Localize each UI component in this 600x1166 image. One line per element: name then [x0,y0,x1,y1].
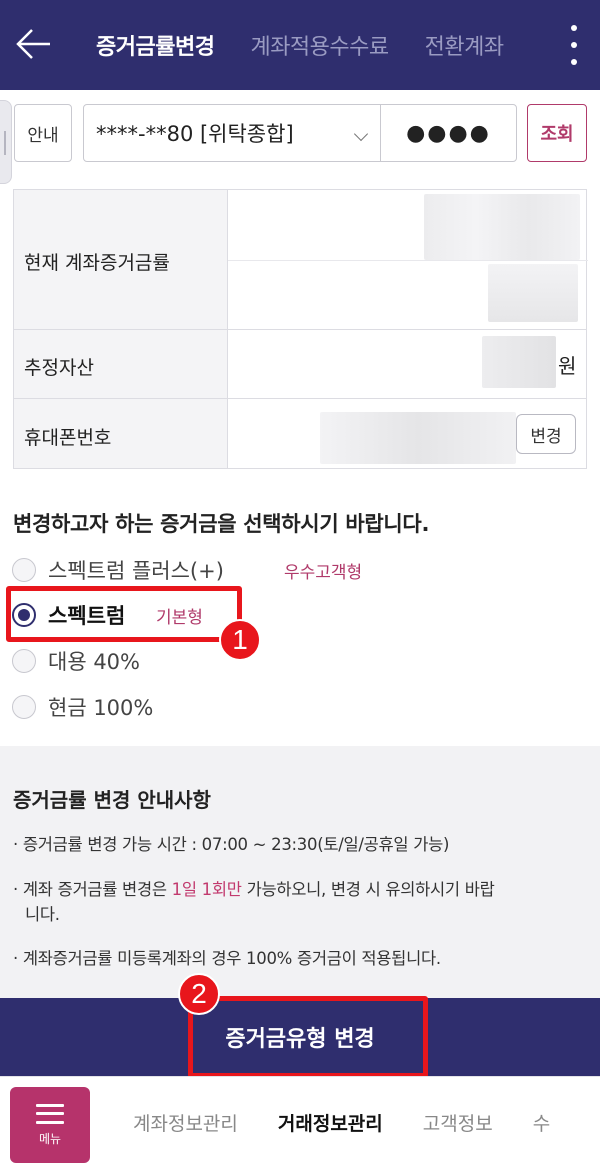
nav-customer-info[interactable]: 고객정보 [423,1109,493,1136]
header-tabs: 증거금률변경 계좌적용수수료 전환계좌 [96,0,540,90]
account-select[interactable]: ****-**80 [위탁종합] [83,104,381,162]
radio-button[interactable] [12,558,36,582]
annotation-marker-1: 1 [219,619,261,661]
notice-item: · 계좌증거금률 미등록계좌의 경우 100% 증거금이 적용됩니다. [13,949,441,968]
masked-value [424,194,580,260]
change-phone-button[interactable]: 변경 [516,414,576,454]
highlighted-text: 1일 1회만 [171,880,242,899]
masked-value [488,264,578,322]
bottom-nav-items: 계좌정보관리 거래정보관리 고객정보 수 [133,1077,590,1166]
option-label: 대용 40% [48,650,140,674]
account-select-value: ****-**80 [위탁종합] [96,122,294,146]
selection-title: 변경하고자 하는 증거금을 선택하시기 바랍니다. [13,512,430,536]
menu-label: 메뉴 [38,1131,62,1146]
annotation-highlight-box [6,586,242,642]
estimated-assets-label: 추정자산 [24,357,94,379]
hamburger-icon [36,1103,64,1124]
option-label: 스펙트럼 플러스(+) [48,559,224,583]
back-arrow-icon[interactable] [14,26,54,62]
account-info-table: 현재 계좌증거금률 추정자산 휴대폰번호 [13,189,588,469]
masked-value [320,412,516,464]
menu-button[interactable]: 메뉴 [10,1087,90,1163]
nav-account-info[interactable]: 계좌정보관리 [133,1109,238,1136]
option-tag: 우수고객형 [284,563,363,583]
tab-conversion-account[interactable]: 전환계좌 [425,29,504,61]
notice-item: · 증거금률 변경 가능 시간 : 07:00 ~ 23:30(토/일/공휴일 … [13,835,450,854]
sub-row-divider [228,260,588,261]
guide-button[interactable]: 안내 [14,104,72,162]
more-menu-icon[interactable] [566,25,582,65]
radio-button[interactable] [12,695,36,719]
radio-button[interactable] [12,649,36,673]
notice-title: 증거금률 변경 안내사항 [13,788,211,812]
annotation-marker-2: 2 [178,973,220,1015]
tab-account-fees[interactable]: 계좌적용수수료 [250,29,389,61]
query-button[interactable]: 조회 [527,104,587,162]
annotation-highlight-box [188,996,428,1078]
tab-margin-rate-change[interactable]: 증거금률변경 [96,29,215,61]
side-drawer-handle[interactable] [0,100,12,184]
row-divider [14,329,586,330]
tab-fade [500,0,548,90]
nav-trade-info[interactable]: 거래정보관리 [278,1109,383,1136]
row-divider [14,398,586,399]
top-header: 증거금률변경 계좌적용수수료 전환계좌 [0,0,600,90]
notice-item: · 계좌 증거금률 변경은 1일 1회만 가능하오니, 변경 시 유의하시기 바… [13,880,495,899]
option-spectrum-plus[interactable]: 스펙트럼 플러스(+) [12,555,224,585]
option-cash-100[interactable]: 현금 100% [12,692,153,722]
nav-more[interactable]: 수 [533,1109,550,1136]
option-substitute-40[interactable]: 대용 40% [12,646,140,676]
option-label: 현금 100% [48,696,154,720]
current-margin-rate-label: 현재 계좌증거금률 [24,252,170,274]
masked-value [482,336,556,388]
phone-number-label: 휴대폰번호 [24,427,112,449]
notice-item-continued: 니다. [25,905,60,924]
bottom-nav: 메뉴 계좌정보관리 거래정보관리 고객정보 수 [0,1076,600,1166]
password-field[interactable]: ●●●● [380,104,517,162]
chevron-down-icon [353,126,369,142]
won-unit: 원 [558,354,577,378]
